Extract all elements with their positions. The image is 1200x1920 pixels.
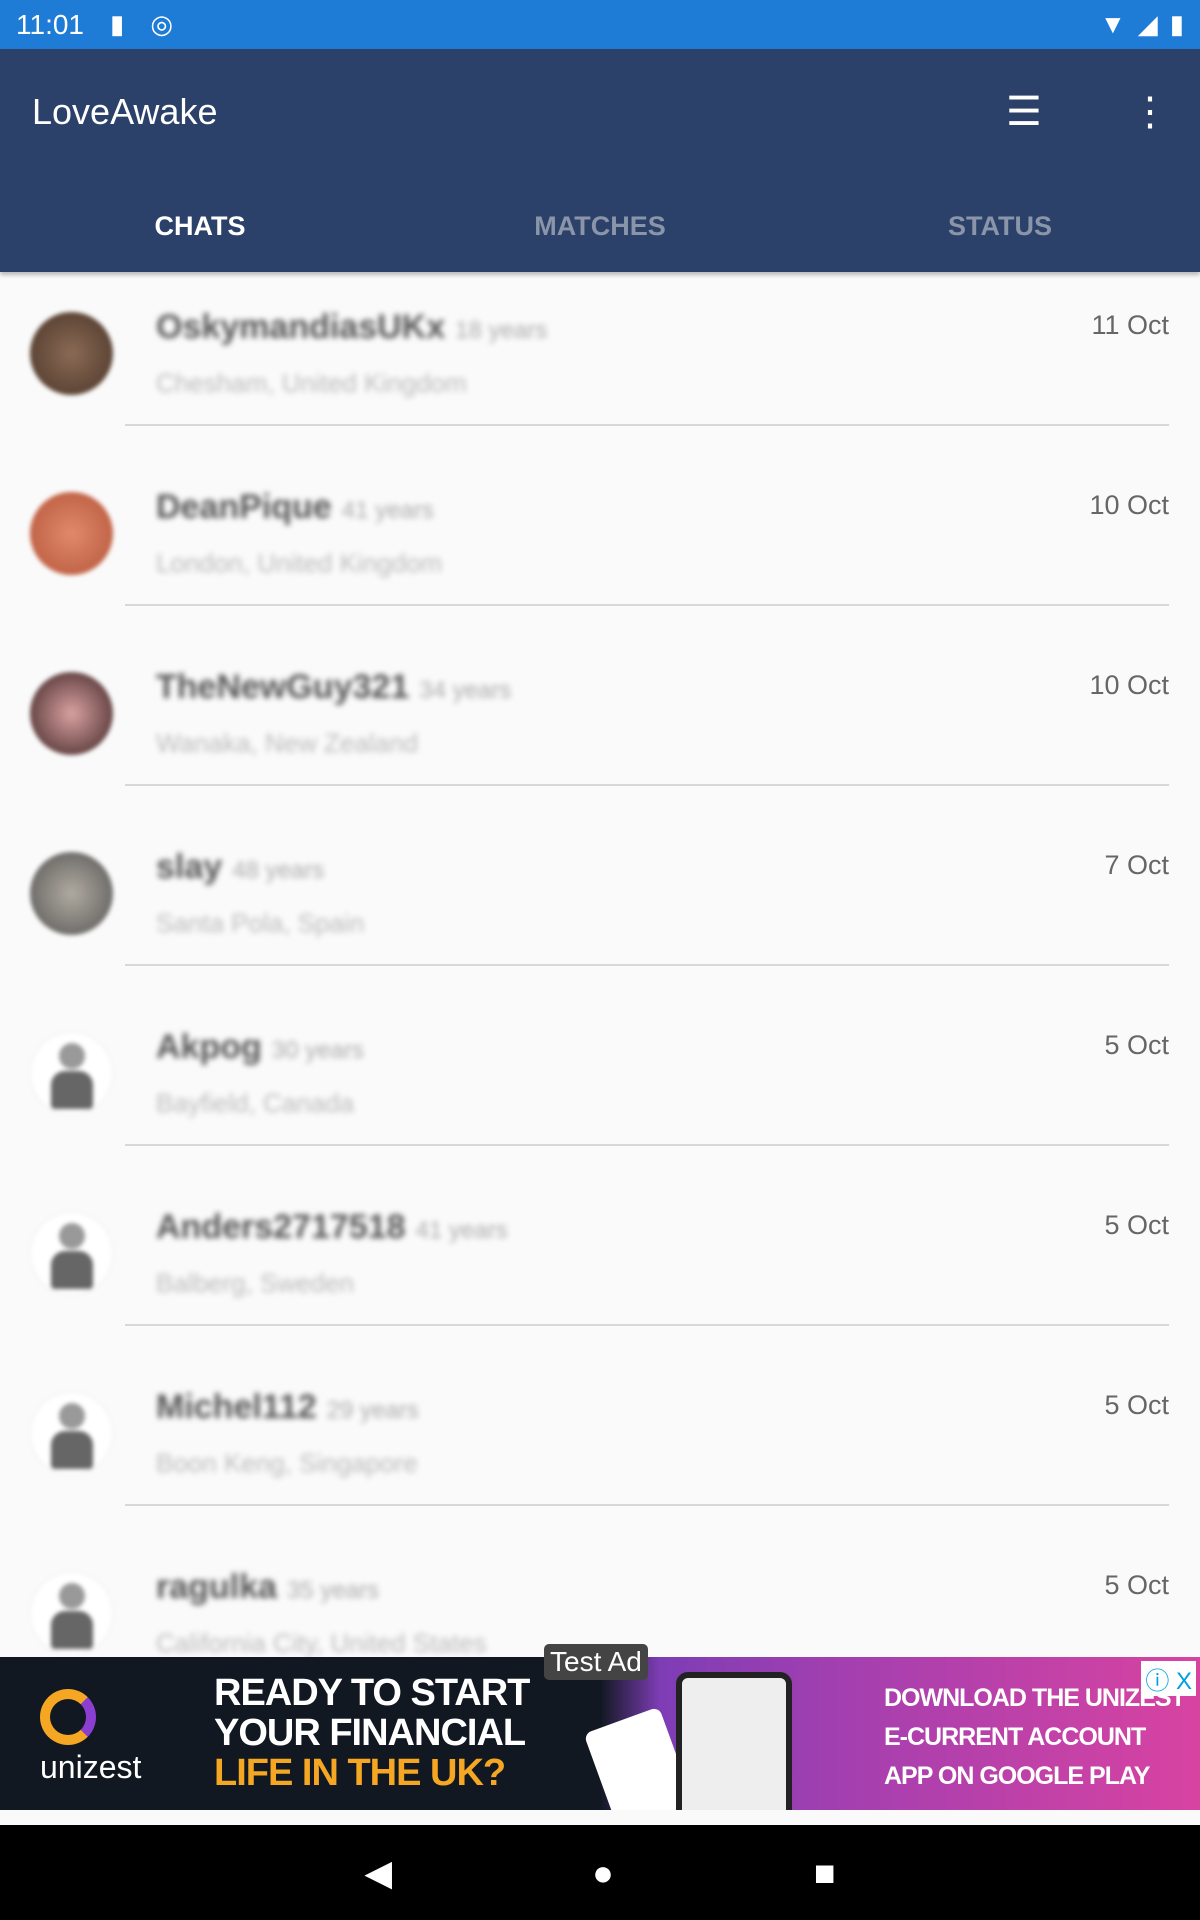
- username: ragulka: [156, 1568, 277, 1606]
- chat-name: Akpog 30 years: [156, 1028, 364, 1067]
- age: 41 years: [415, 1217, 508, 1244]
- tab-bar: CHATS MATCHES STATUS: [0, 199, 1200, 272]
- avatar: [30, 672, 113, 755]
- chat-name: Michel112 29 years: [156, 1388, 419, 1427]
- divider: [125, 1144, 1169, 1146]
- ad-cta: DOWNLOAD THE UNIZEST E-CURRENT ACCOUNT A…: [884, 1679, 1186, 1796]
- chat-name: OskymandiasUKx 18 years: [156, 308, 547, 347]
- clock: 11:01: [16, 8, 84, 40]
- more-vert-icon[interactable]: ⋮: [1130, 89, 1170, 135]
- back-icon[interactable]: ◀: [364, 1852, 392, 1894]
- chat-list: OskymandiasUKx 18 years Chesham, United K…: [0, 272, 1200, 1657]
- location: Chesham, United Kingdom: [156, 368, 467, 398]
- ad-close-icon[interactable]: ⓘ X: [1141, 1661, 1196, 1696]
- tab-matches[interactable]: MATCHES: [400, 199, 800, 272]
- username: Michel112: [156, 1388, 317, 1426]
- location: Santa Pola, Spain: [156, 908, 365, 938]
- tab-status[interactable]: STATUS: [800, 199, 1200, 272]
- avatar: [30, 1212, 113, 1295]
- chat-date: 5 Oct: [1104, 1210, 1169, 1240]
- navigation-bar: ◀ ● ■: [0, 1825, 1200, 1920]
- chat-list-item[interactable]: Anders2717518 41 years Balberg, Sweden 5 …: [0, 1172, 1200, 1352]
- chat-name: Anders2717518 41 years: [156, 1208, 508, 1247]
- data-saver-icon: ◎: [150, 9, 173, 39]
- age: 35 years: [286, 1577, 380, 1604]
- app-bar: LoveAwake ☰ ⋮ CHATS MATCHES STATUS: [0, 49, 1200, 272]
- avatar: [30, 492, 113, 575]
- username: OskymandiasUKx: [156, 308, 446, 346]
- chat-list-item[interactable]: slay 48 years Santa Pola, Spain 7 Oct: [0, 812, 1200, 992]
- avatar: [30, 1392, 113, 1475]
- chat-list-item[interactable]: ragulka 35 years California City, United …: [0, 1532, 1200, 1657]
- home-icon[interactable]: ●: [592, 1852, 614, 1894]
- chat-date: 11 Oct: [1091, 310, 1169, 340]
- divider: [125, 1324, 1169, 1326]
- ad-cta-line: DOWNLOAD THE UNIZEST: [884, 1684, 1186, 1712]
- username: TheNewGuy321: [156, 668, 410, 706]
- chat-list-item[interactable]: OskymandiasUKx 18 years Chesham, United K…: [0, 272, 1200, 452]
- chat-date: 10 Oct: [1089, 670, 1169, 700]
- age: 48 years: [232, 857, 325, 884]
- signal-icon: ◢: [1137, 9, 1158, 39]
- username: slay: [156, 848, 223, 886]
- test-ad-badge: Test Ad: [544, 1644, 648, 1680]
- username: Akpog: [156, 1028, 262, 1066]
- chat-list-item[interactable]: Akpog 30 years Bayfield, Canada 5 Oct: [0, 992, 1200, 1172]
- ad-cta-line: E-CURRENT ACCOUNT: [884, 1723, 1146, 1751]
- divider: [125, 424, 1169, 426]
- recents-icon[interactable]: ■: [814, 1852, 836, 1894]
- status-bar: 11:01 ▮ ◎ ▼ ◢ ▮: [0, 0, 1200, 49]
- unizest-logo-icon: [40, 1689, 96, 1745]
- chat-date: 7 Oct: [1104, 850, 1169, 880]
- chat-name: DeanPique 41 years: [156, 488, 434, 527]
- avatar: [30, 1572, 113, 1655]
- divider: [125, 784, 1169, 786]
- username: DeanPique: [156, 488, 332, 526]
- chat-date: 5 Oct: [1104, 1390, 1169, 1420]
- ad-headline: READY TO START YOUR FINANCIAL LIFE IN TH…: [214, 1672, 530, 1794]
- ad-headline-line: YOUR FINANCIAL: [214, 1712, 526, 1754]
- location: Wanaka, New Zealand: [156, 728, 419, 758]
- divider: [125, 1504, 1169, 1506]
- location: Balberg, Sweden: [156, 1268, 355, 1298]
- chat-name: ragulka 35 years: [156, 1568, 379, 1607]
- app-title: LoveAwake: [32, 91, 218, 132]
- chat-list-item[interactable]: Michel112 29 years Boon Keng, Singapore 5…: [0, 1352, 1200, 1532]
- age: 29 years: [326, 1397, 419, 1424]
- age: 18 years: [455, 317, 548, 344]
- divider: [125, 964, 1169, 966]
- age: 30 years: [271, 1037, 364, 1064]
- chat-list-item[interactable]: TheNewGuy321 34 years Wanaka, New Zealand…: [0, 632, 1200, 812]
- divider: [125, 604, 1169, 606]
- ad-headline-line: READY TO START: [214, 1672, 530, 1714]
- chat-name: slay 48 years: [156, 848, 324, 887]
- checklist-icon[interactable]: ☰: [1006, 89, 1042, 135]
- avatar: [30, 852, 113, 935]
- location: Boon Keng, Singapore: [156, 1448, 418, 1478]
- location: London, United Kingdom: [156, 548, 443, 578]
- battery-icon: ▮: [1169, 9, 1184, 39]
- ad-cta-line: APP ON GOOGLE PLAY: [884, 1762, 1150, 1790]
- age: 41 years: [341, 497, 434, 524]
- avatar: [30, 1032, 113, 1115]
- chat-date: 5 Oct: [1104, 1030, 1169, 1060]
- chat-list-item[interactable]: DeanPique 41 years London, United Kingdom…: [0, 452, 1200, 632]
- location: Bayfield, Canada: [156, 1088, 355, 1118]
- ad-phone-image: [676, 1672, 792, 1810]
- chat-name: TheNewGuy321 34 years: [156, 668, 511, 707]
- age: 34 years: [419, 677, 512, 704]
- username: Anders2717518: [156, 1208, 406, 1246]
- chat-date: 5 Oct: [1104, 1570, 1169, 1600]
- location: California City, United States: [156, 1628, 487, 1657]
- tab-chats[interactable]: CHATS: [0, 199, 400, 272]
- wifi-icon: ▼: [1099, 9, 1126, 39]
- ad-headline-line: LIFE IN THE UK?: [214, 1752, 506, 1794]
- ad-brand: unizest: [40, 1749, 142, 1785]
- avatar: [30, 312, 113, 395]
- sd-card-icon: ▮: [110, 9, 125, 39]
- chat-date: 10 Oct: [1089, 490, 1169, 520]
